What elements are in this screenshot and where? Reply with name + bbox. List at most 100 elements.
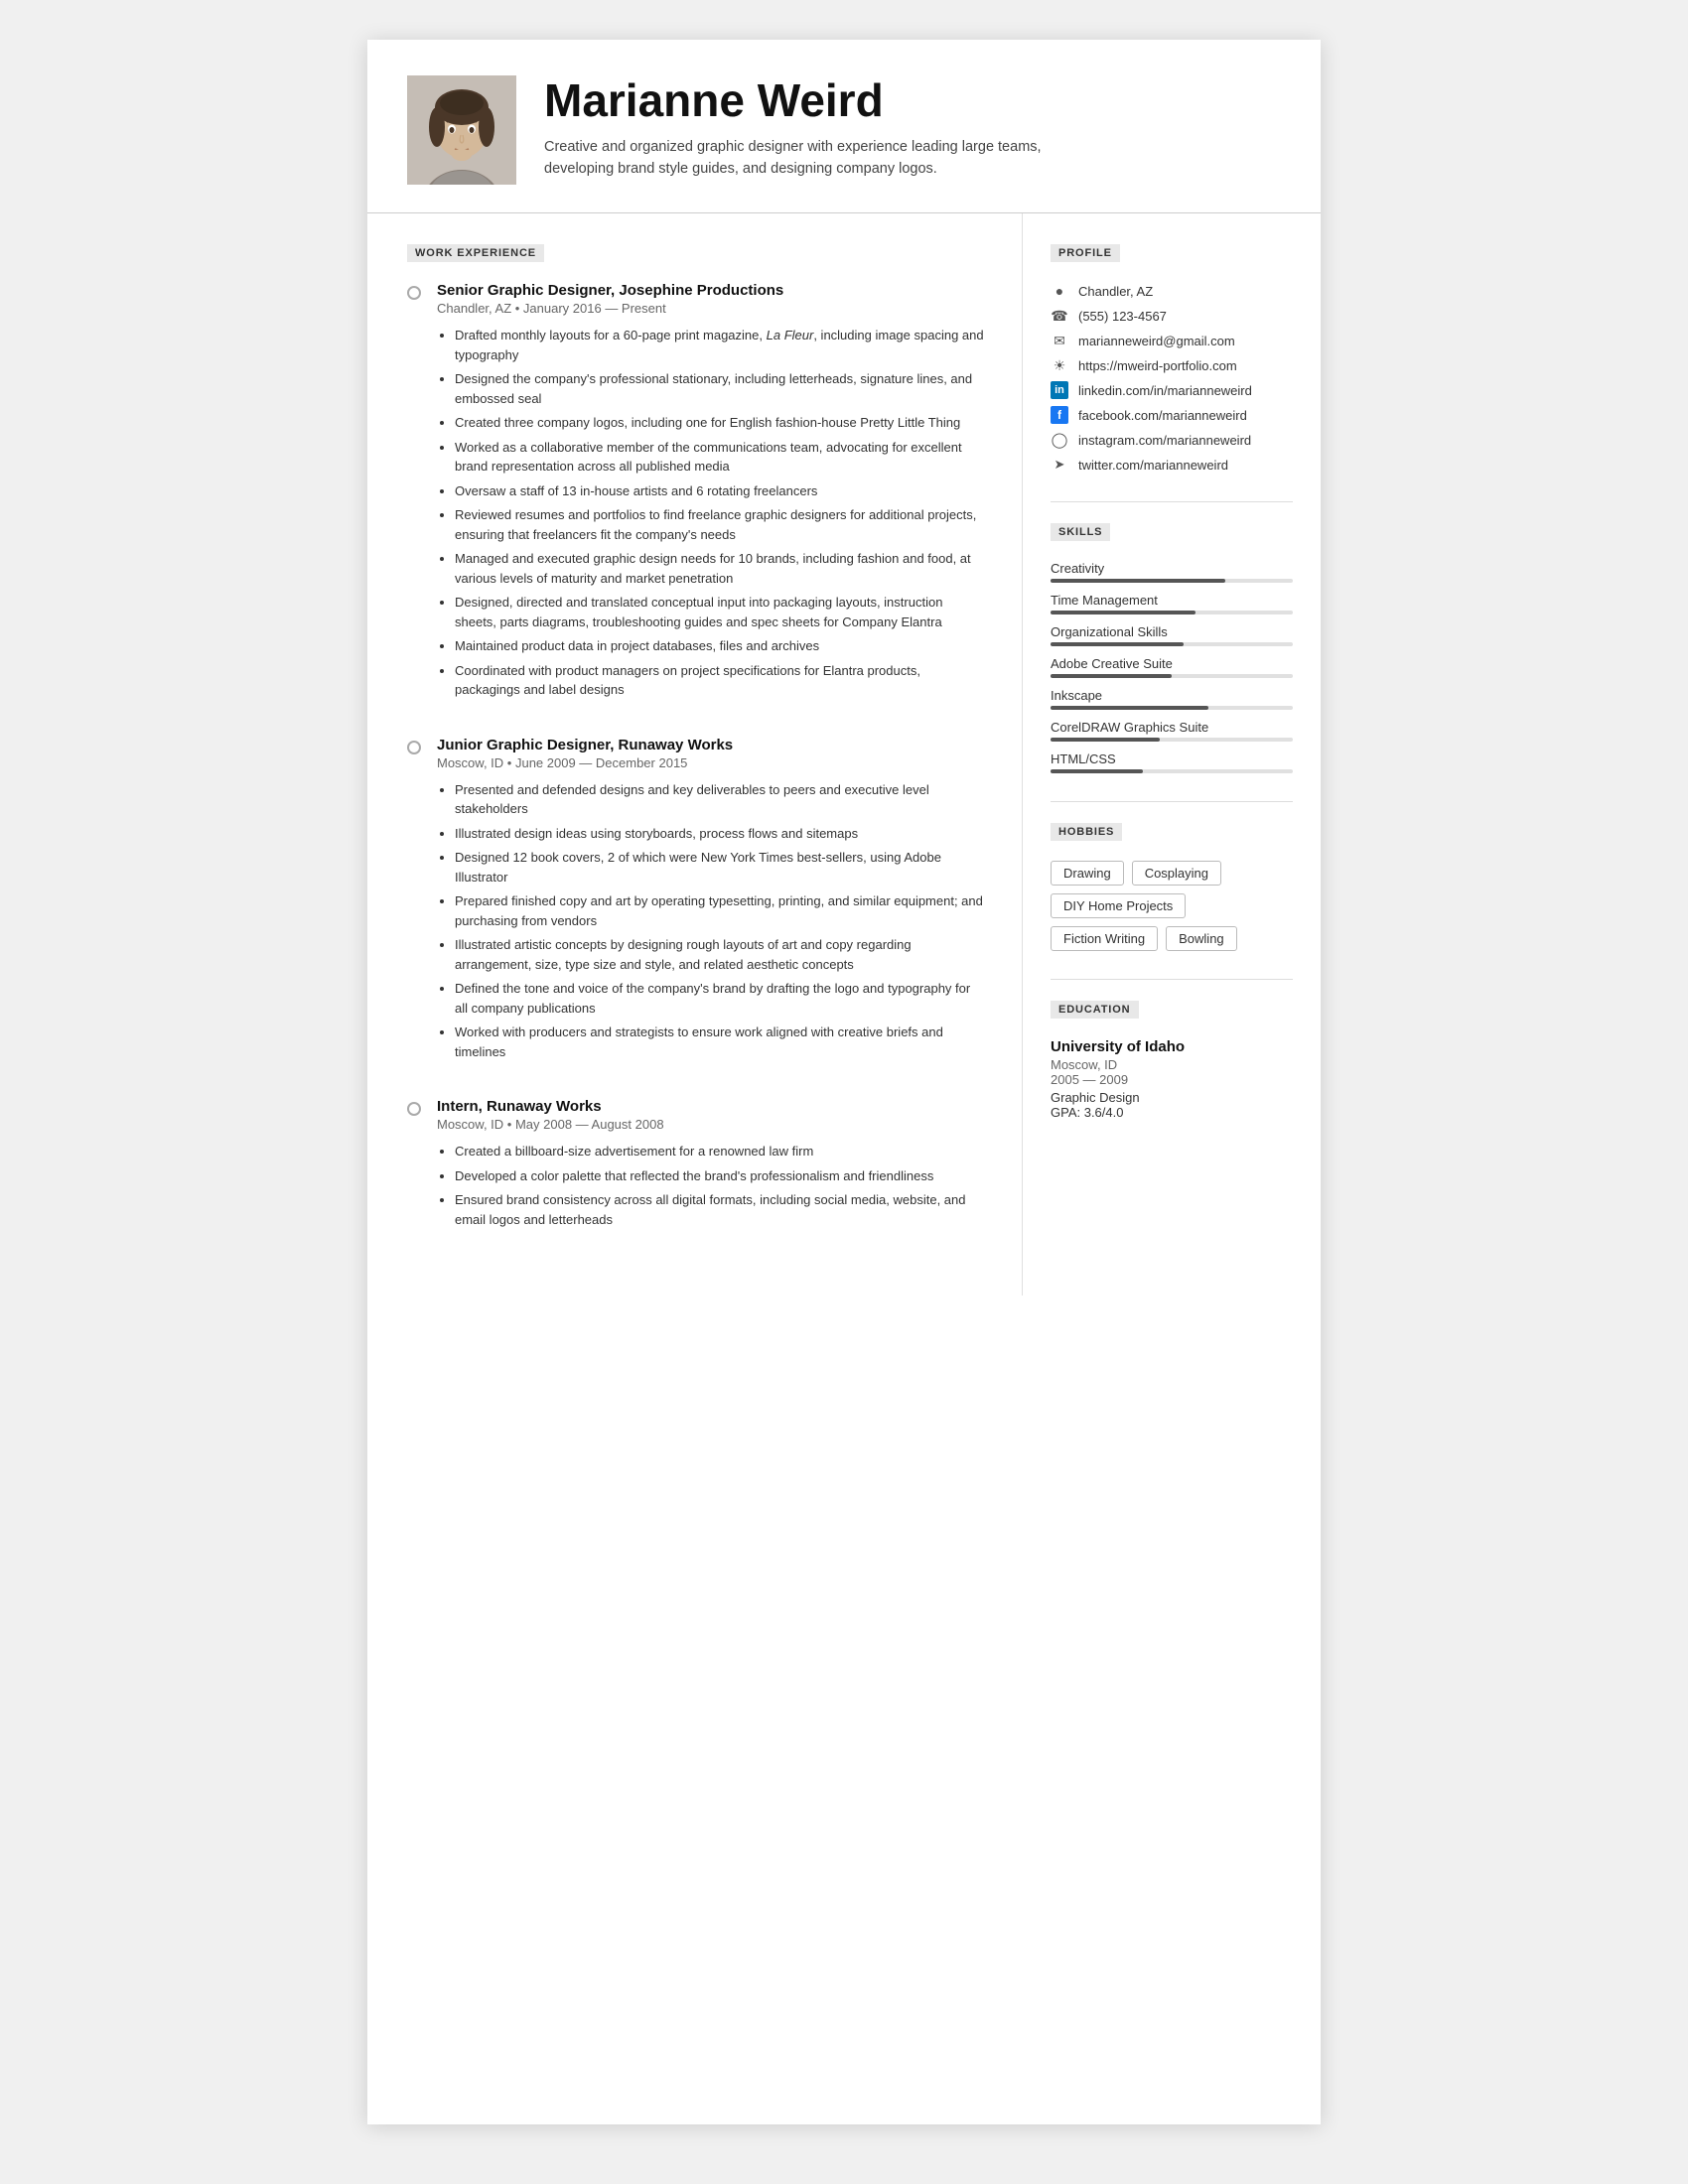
edu-gpa: GPA: 3.6/4.0 bbox=[1051, 1105, 1293, 1120]
divider bbox=[1051, 801, 1293, 802]
resume-body: WORK EXPERIENCE Senior Graphic Designer,… bbox=[367, 213, 1321, 1296]
list-item: Maintained product data in project datab… bbox=[455, 636, 986, 656]
list-item: Designed 12 book covers, 2 of which were… bbox=[455, 848, 986, 887]
list-item: Ensured brand consistency across all dig… bbox=[455, 1190, 986, 1229]
right-column: PROFILE ● Chandler, AZ ☎ (555) 123-4567 … bbox=[1023, 213, 1321, 1296]
skill-bar-fill bbox=[1051, 674, 1172, 678]
hobby-tag: Drawing bbox=[1051, 861, 1124, 886]
job-content: Junior Graphic Designer, Runaway Works M… bbox=[437, 737, 986, 1067]
resume-document: Marianne Weird Creative and organized gr… bbox=[367, 40, 1321, 2124]
skill-bar-fill bbox=[1051, 642, 1184, 646]
job-item: Senior Graphic Designer, Josephine Produ… bbox=[407, 282, 986, 705]
skill-bar-bg bbox=[1051, 706, 1293, 710]
candidate-bio: Creative and organized graphic designer … bbox=[544, 136, 1100, 181]
instagram-icon: ◯ bbox=[1051, 431, 1068, 449]
job-item: Junior Graphic Designer, Runaway Works M… bbox=[407, 737, 986, 1067]
list-item: Worked with producers and strategists to… bbox=[455, 1023, 986, 1061]
job-meta: Chandler, AZ • January 2016 — Present bbox=[437, 301, 986, 316]
divider bbox=[1051, 501, 1293, 502]
work-experience-label: WORK EXPERIENCE bbox=[407, 244, 544, 262]
profile-item: ☎ (555) 123-4567 bbox=[1051, 307, 1293, 325]
left-column: WORK EXPERIENCE Senior Graphic Designer,… bbox=[367, 213, 1023, 1296]
profile-item: ➤ twitter.com/marianneweird bbox=[1051, 456, 1293, 474]
linkedin-icon: in bbox=[1051, 381, 1068, 399]
job-circle bbox=[407, 741, 421, 754]
list-item: Designed, directed and translated concep… bbox=[455, 593, 986, 631]
profile-twitter: twitter.com/marianneweird bbox=[1078, 458, 1228, 473]
list-item: Drafted monthly layouts for a 60-page pr… bbox=[455, 326, 986, 364]
skill-bar-fill bbox=[1051, 769, 1143, 773]
skill-name: Organizational Skills bbox=[1051, 624, 1293, 639]
skill-name: Creativity bbox=[1051, 561, 1293, 576]
profile-item: ☀ https://mweird-portfolio.com bbox=[1051, 356, 1293, 374]
profile-linkedin: linkedin.com/in/marianneweird bbox=[1078, 383, 1252, 398]
job-content: Intern, Runaway Works Moscow, ID • May 2… bbox=[437, 1098, 986, 1234]
job-bullets: Presented and defended designs and key d… bbox=[437, 780, 986, 1062]
skill-item: Time Management bbox=[1051, 593, 1293, 614]
profile-section: PROFILE ● Chandler, AZ ☎ (555) 123-4567 … bbox=[1051, 243, 1293, 474]
skills-section: SKILLS Creativity Time Management Organi… bbox=[1051, 522, 1293, 773]
job-title: Intern, Runaway Works bbox=[437, 1098, 986, 1115]
skill-bar-bg bbox=[1051, 738, 1293, 742]
profile-item: ✉ marianneweird@gmail.com bbox=[1051, 332, 1293, 349]
job-title: Junior Graphic Designer, Runaway Works bbox=[437, 737, 986, 753]
hobby-tag: DIY Home Projects bbox=[1051, 893, 1186, 918]
avatar bbox=[407, 75, 516, 185]
phone-icon: ☎ bbox=[1051, 307, 1068, 325]
edu-field: Graphic Design bbox=[1051, 1090, 1293, 1105]
list-item: Presented and defended designs and key d… bbox=[455, 780, 986, 819]
skill-name: CorelDRAW Graphics Suite bbox=[1051, 720, 1293, 735]
skill-item: Adobe Creative Suite bbox=[1051, 656, 1293, 678]
job-content: Senior Graphic Designer, Josephine Produ… bbox=[437, 282, 986, 705]
twitter-icon: ➤ bbox=[1051, 456, 1068, 474]
list-item: Prepared finished copy and art by operat… bbox=[455, 891, 986, 930]
list-item: Defined the tone and voice of the compan… bbox=[455, 979, 986, 1018]
resume-header: Marianne Weird Creative and organized gr… bbox=[367, 40, 1321, 213]
skill-bar-bg bbox=[1051, 579, 1293, 583]
job-circle bbox=[407, 1102, 421, 1116]
hobbies-grid: Drawing Cosplaying DIY Home Projects Fic… bbox=[1051, 861, 1293, 951]
skill-item: Organizational Skills bbox=[1051, 624, 1293, 646]
list-item: Illustrated design ideas using storyboar… bbox=[455, 824, 986, 844]
edu-location: Moscow, ID bbox=[1051, 1057, 1293, 1072]
skill-name: HTML/CSS bbox=[1051, 751, 1293, 766]
list-item: Coordinated with product managers on pro… bbox=[455, 661, 986, 700]
list-item: Created a billboard-size advertisement f… bbox=[455, 1142, 986, 1161]
hobby-tag: Fiction Writing bbox=[1051, 926, 1158, 951]
list-item: Developed a color palette that reflected… bbox=[455, 1166, 986, 1186]
profile-instagram: instagram.com/marianneweird bbox=[1078, 433, 1251, 448]
location-icon: ● bbox=[1051, 282, 1068, 300]
job-bullets: Drafted monthly layouts for a 60-page pr… bbox=[437, 326, 986, 700]
email-icon: ✉ bbox=[1051, 332, 1068, 349]
edu-years: 2005 — 2009 bbox=[1051, 1072, 1293, 1087]
list-item: Worked as a collaborative member of the … bbox=[455, 438, 986, 477]
profile-item: ● Chandler, AZ bbox=[1051, 282, 1293, 300]
profile-item: f facebook.com/marianneweird bbox=[1051, 406, 1293, 424]
hobby-tag: Cosplaying bbox=[1132, 861, 1221, 886]
skill-name: Time Management bbox=[1051, 593, 1293, 608]
hobbies-section: HOBBIES Drawing Cosplaying DIY Home Proj… bbox=[1051, 822, 1293, 951]
skill-item: Creativity bbox=[1051, 561, 1293, 583]
profile-phone: (555) 123-4567 bbox=[1078, 309, 1167, 324]
job-title: Senior Graphic Designer, Josephine Produ… bbox=[437, 282, 986, 299]
hobby-tag: Bowling bbox=[1166, 926, 1237, 951]
skill-bar-fill bbox=[1051, 611, 1196, 614]
profile-item: ◯ instagram.com/marianneweird bbox=[1051, 431, 1293, 449]
list-item: Reviewed resumes and portfolios to find … bbox=[455, 505, 986, 544]
divider bbox=[1051, 979, 1293, 980]
list-item: Managed and executed graphic design need… bbox=[455, 549, 986, 588]
skill-bar-bg bbox=[1051, 642, 1293, 646]
skill-bar-fill bbox=[1051, 579, 1225, 583]
profile-location: Chandler, AZ bbox=[1078, 284, 1153, 299]
skill-bar-bg bbox=[1051, 611, 1293, 614]
education-section: EDUCATION University of Idaho Moscow, ID… bbox=[1051, 1000, 1293, 1120]
profile-item: in linkedin.com/in/marianneweird bbox=[1051, 381, 1293, 399]
list-item: Created three company logos, including o… bbox=[455, 413, 986, 433]
job-bullets: Created a billboard-size advertisement f… bbox=[437, 1142, 986, 1229]
skill-bar-bg bbox=[1051, 674, 1293, 678]
education-label: EDUCATION bbox=[1051, 1001, 1139, 1019]
skills-label: SKILLS bbox=[1051, 523, 1110, 541]
list-item: Designed the company's professional stat… bbox=[455, 369, 986, 408]
candidate-name: Marianne Weird bbox=[544, 75, 1281, 126]
edu-school: University of Idaho bbox=[1051, 1038, 1293, 1055]
